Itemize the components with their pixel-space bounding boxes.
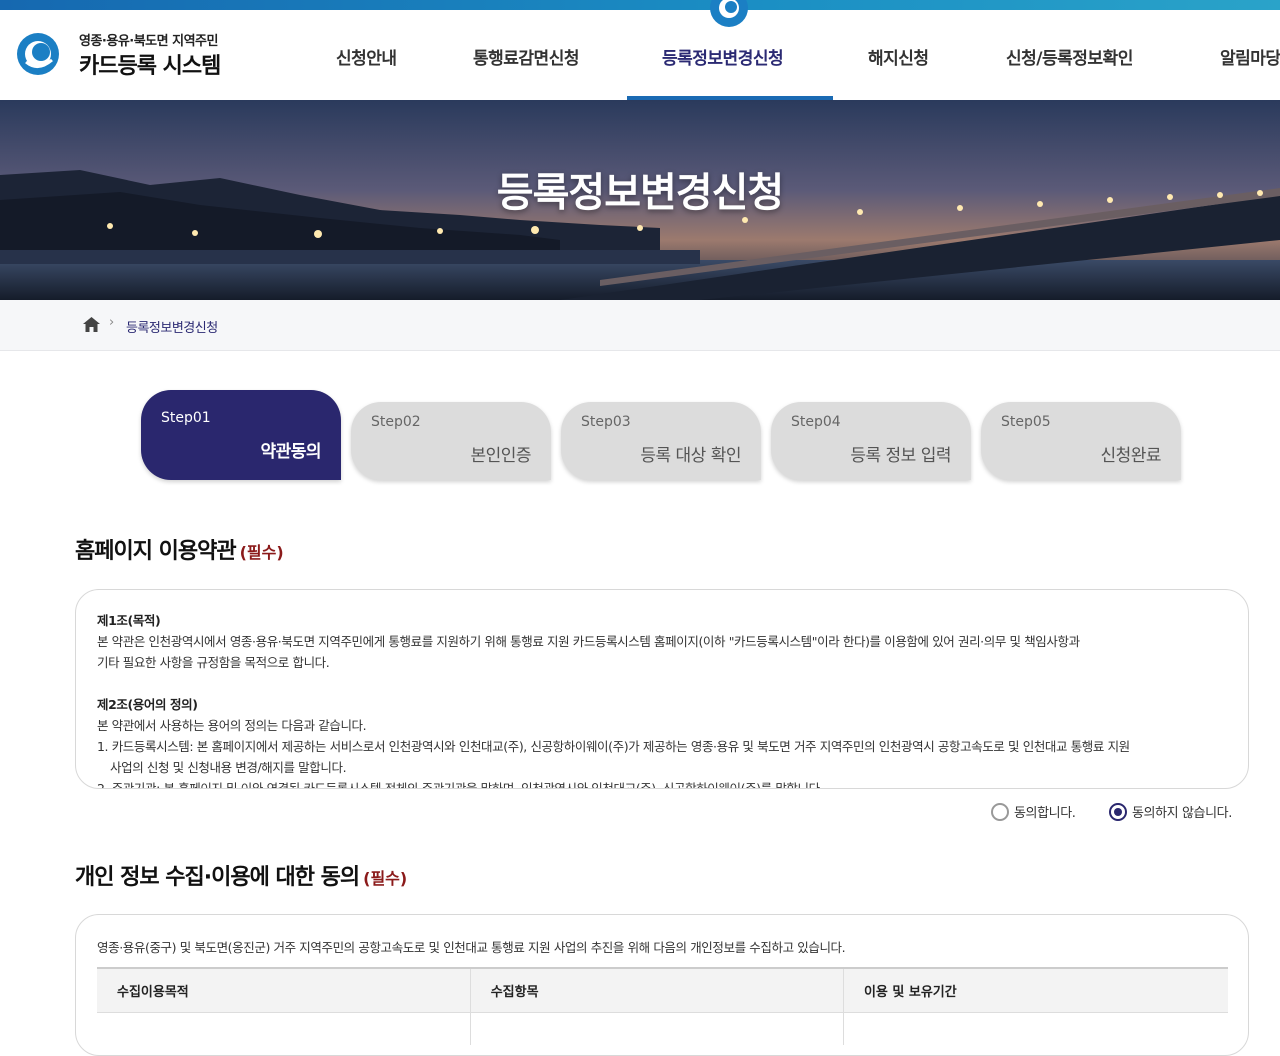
article-1-title: 제1조(목적): [97, 613, 161, 628]
table-row: [97, 1012, 1228, 1045]
terms-section-title: 홈페이지 이용약관 (필수): [75, 533, 284, 565]
privacy-title-text: 개인 정보 수집·이용에 대한 동의: [75, 865, 360, 890]
disagree-radio[interactable]: 동의하지 않습니다.: [1109, 802, 1232, 821]
nav-toll-discount[interactable]: 통행료감면신청: [473, 44, 579, 69]
nav-check-info[interactable]: 신청/등록정보확인: [1006, 44, 1133, 69]
breadcrumb: › 등록정보변경신청: [0, 300, 1280, 351]
privacy-section-title: 개인 정보 수집·이용에 대한 동의 (필수): [75, 859, 407, 891]
step-label: 약관동의: [260, 442, 321, 462]
step-number: Step02: [371, 414, 421, 430]
required-badge: (필수): [239, 543, 284, 562]
privacy-intro: 영종·용유(중구) 및 북도면(옹진군) 거주 지역주민의 공항고속도로 및 인…: [97, 940, 846, 955]
radio-unchecked-icon[interactable]: [991, 803, 1009, 821]
step-5-complete: Step05 신청완료: [981, 402, 1181, 480]
step-1-terms-agreement: Step01 약관동의: [141, 390, 341, 480]
breadcrumb-separator-icon: ›: [109, 315, 115, 330]
agree-radio[interactable]: 동의합니다.: [991, 802, 1076, 821]
step-number: Step01: [161, 410, 211, 426]
terms-content: 제1조(목적) 본 약관은 인천광역시에서 영종·용유·북도면 지역주민에게 통…: [97, 610, 1232, 789]
step-number: Step03: [581, 414, 631, 430]
active-nav-marker-icon: [710, 0, 748, 27]
terms-title-text: 홈페이지 이용약관: [75, 539, 237, 564]
nav-cancellation[interactable]: 해지신청: [868, 44, 929, 69]
brand-title[interactable]: 카드등록 시스템: [79, 48, 221, 80]
article-2-title: 제2조(용어의 정의): [97, 697, 198, 712]
breadcrumb-current[interactable]: 등록정보변경신청: [126, 317, 218, 336]
radio-checked-icon[interactable]: [1109, 803, 1127, 821]
step-label: 등록 대상 확인: [640, 446, 741, 466]
required-badge: (필수): [363, 869, 408, 888]
logo-icon[interactable]: [16, 32, 60, 76]
home-icon[interactable]: [83, 317, 100, 332]
article-2-item-1-cont: 사업의 신청 및 신청내용 변경/해지를 말합니다.: [110, 760, 347, 775]
article-2-item-2: 2. 주관기관: 본 홈페이지 및 이와 연결된 카드등록시스템 전체의 주관기…: [97, 781, 824, 789]
step-2-identity-verification: Step02 본인인증: [351, 402, 551, 480]
site-header: 영종·용유·북도면 지역주민 카드등록 시스템 신청안내 통행료감면신청 등록정…: [0, 0, 1280, 100]
privacy-box: 영종·용유(중구) 및 북도면(옹진군) 거주 지역주민의 공항고속도로 및 인…: [75, 914, 1249, 1056]
privacy-table: 수집이용목적 수집항목 이용 및 보유기간: [97, 967, 1228, 1045]
nav-notice[interactable]: 알림마당: [1220, 44, 1280, 69]
column-header: 수집이용목적: [97, 968, 471, 1013]
top-accent-bar: [0, 0, 1280, 10]
step-number: Step04: [791, 414, 841, 430]
step-3-target-check: Step03 등록 대상 확인: [561, 402, 761, 480]
step-label: 등록 정보 입력: [850, 446, 951, 466]
column-header: 이용 및 보유기간: [843, 968, 1228, 1013]
column-header: 수집항목: [470, 968, 844, 1013]
agree-label: 동의합니다.: [1014, 806, 1076, 821]
step-number: Step05: [1001, 414, 1051, 430]
brand-subtitle: 영종·용유·북도면 지역주민: [79, 34, 218, 49]
nav-apply-guide[interactable]: 신청안내: [336, 44, 397, 69]
nav-registration-change[interactable]: 등록정보변경신청: [662, 44, 784, 69]
article-1-text: 본 약관은 인천광역시에서 영종·용유·북도면 지역주민에게 통행료를 지원하기…: [97, 634, 1080, 649]
article-2-text: 본 약관에서 사용하는 용어의 정의는 다음과 같습니다.: [97, 718, 367, 733]
terms-scroll-box[interactable]: 제1조(목적) 본 약관은 인천광역시에서 영종·용유·북도면 지역주민에게 통…: [75, 589, 1249, 789]
table-header-row: 수집이용목적 수집항목 이용 및 보유기간: [97, 968, 1228, 1013]
article-2-item-1: 1. 카드등록시스템: 본 홈페이지에서 제공하는 서비스로서 인천광역시와 인…: [97, 739, 1130, 754]
step-4-info-input: Step04 등록 정보 입력: [771, 402, 971, 480]
step-label: 신청완료: [1100, 446, 1161, 466]
disagree-label: 동의하지 않습니다.: [1132, 806, 1232, 821]
hero-title: 등록정보변경신청: [496, 170, 784, 216]
step-label: 본인인증: [470, 446, 531, 466]
article-1-text: 기타 필요한 사항을 규정함을 목적으로 합니다.: [97, 655, 330, 670]
